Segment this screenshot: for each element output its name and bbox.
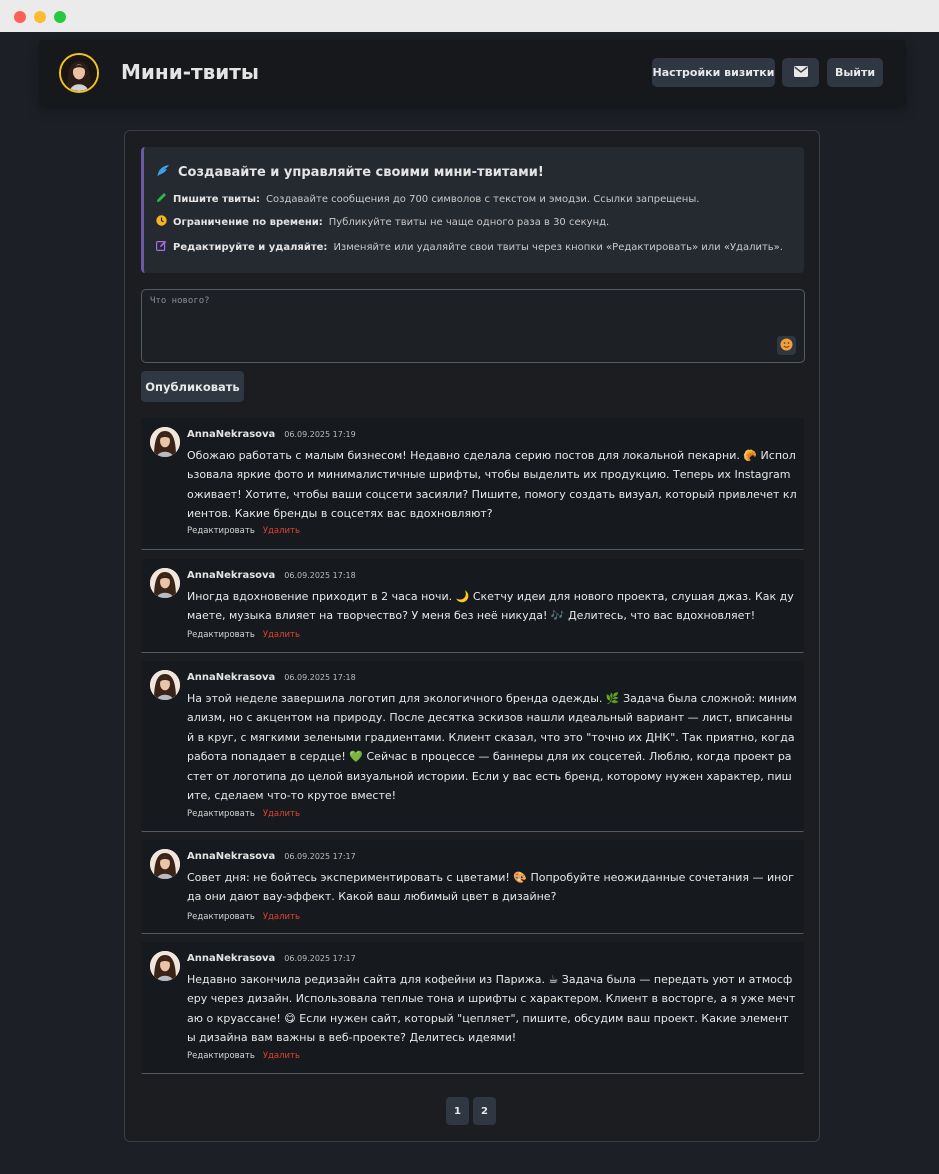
info-row-text: Создавайте сообщения до 700 символов с т… [266,193,700,205]
app-header: Мини-твиты Настройки визитки Выйти [39,40,906,106]
close-window-button[interactable] [14,11,26,23]
delete-post-button[interactable]: Удалить [263,912,300,922]
smiley-icon [780,336,793,355]
pencil-icon [156,192,167,206]
post-author[interactable]: AnnaNekrasova [187,429,275,440]
post-date: 06.09.2025 17:18 [284,571,356,580]
info-row-edit: Редактируйте и удаляйте: Изменяйте или у… [156,240,783,254]
clock-icon [156,215,167,229]
post-text: Недавно закончила редизайн сайта для коф… [187,973,796,1045]
info-row-label: Пишите твиты: [173,193,261,205]
main-container: Создавайте и управляйте своими мини-твит… [124,130,820,1142]
feather-icon [156,163,170,182]
info-title: Создавайте и управляйте своими мини-твит… [178,165,544,180]
info-row-time: Ограничение по времени: Публикуйте твиты… [156,215,609,229]
info-row-label: Ограничение по времени: [173,216,323,228]
info-panel: Создавайте и управляйте своими мини-твит… [141,147,804,273]
author-avatar[interactable] [150,427,180,457]
profile-avatar[interactable] [59,53,99,93]
logout-button[interactable]: Выйти [827,58,883,87]
edit-post-button[interactable]: Редактировать [187,630,255,640]
tweet-item: AnnaNekrasova 06.09.2025 17:17 Совет дня… [141,840,804,934]
post-author[interactable]: AnnaNekrasova [187,851,275,862]
page-2-button[interactable]: 2 [473,1097,496,1125]
info-row-write: Пишите твиты: Создавайте сообщения до 70… [156,192,699,206]
post-date: 06.09.2025 17:18 [284,673,356,682]
post-author[interactable]: AnnaNekrasova [187,953,275,964]
tweet-item: AnnaNekrasova 06.09.2025 17:18 Иногда вд… [141,559,804,653]
edit-icon [156,240,167,254]
post-date: 06.09.2025 17:17 [284,954,356,963]
author-avatar[interactable] [150,670,180,700]
edit-post-button[interactable]: Редактировать [187,526,255,536]
post-date: 06.09.2025 17:17 [284,852,356,861]
author-avatar[interactable] [150,951,180,981]
delete-post-button[interactable]: Удалить [263,526,300,536]
author-avatar[interactable] [150,849,180,879]
publish-button[interactable]: Опубликовать [141,371,244,402]
edit-post-button[interactable]: Редактировать [187,1051,255,1061]
info-row-text: Публикуйте твиты не чаще одного раза в 3… [328,216,610,228]
post-text: На этой неделе завершила логотип для эко… [187,692,797,803]
tweet-item: AnnaNekrasova 06.09.2025 17:18 На этой н… [141,661,804,832]
edit-post-button[interactable]: Редактировать [187,912,255,922]
card-settings-button[interactable]: Настройки визитки [652,58,775,87]
post-text: Иногда вдохновение приходит в 2 часа ноч… [187,590,794,623]
window-titlebar [0,0,939,32]
post-author[interactable]: AnnaNekrasova [187,570,275,581]
info-row-label: Редактируйте и удаляйте: [173,241,328,253]
emoji-picker-button[interactable] [777,336,796,355]
tweet-item: AnnaNekrasova 06.09.2025 17:19 Обожаю ра… [141,418,804,550]
app-title: Мини-твиты [121,60,259,84]
post-text: Совет дня: не бойтесь экспериментировать… [187,871,794,904]
mail-icon [793,65,808,80]
messages-button[interactable] [782,58,819,87]
delete-post-button[interactable]: Удалить [263,1051,300,1061]
post-text: Обожаю работать с малым бизнесом! Недавн… [187,449,797,521]
post-author[interactable]: AnnaNekrasova [187,672,275,683]
edit-post-button[interactable]: Редактировать [187,809,255,819]
page-1-button[interactable]: 1 [446,1097,469,1125]
tweet-item: AnnaNekrasova 06.09.2025 17:17 Недавно з… [141,942,804,1074]
delete-post-button[interactable]: Удалить [263,809,300,819]
post-date: 06.09.2025 17:19 [284,430,356,439]
maximize-window-button[interactable] [54,11,66,23]
author-avatar[interactable] [150,568,180,598]
delete-post-button[interactable]: Удалить [263,630,300,640]
minimize-window-button[interactable] [34,11,46,23]
tweet-input[interactable] [141,289,805,363]
info-row-text: Изменяйте или удаляйте свои твиты через … [333,241,783,253]
